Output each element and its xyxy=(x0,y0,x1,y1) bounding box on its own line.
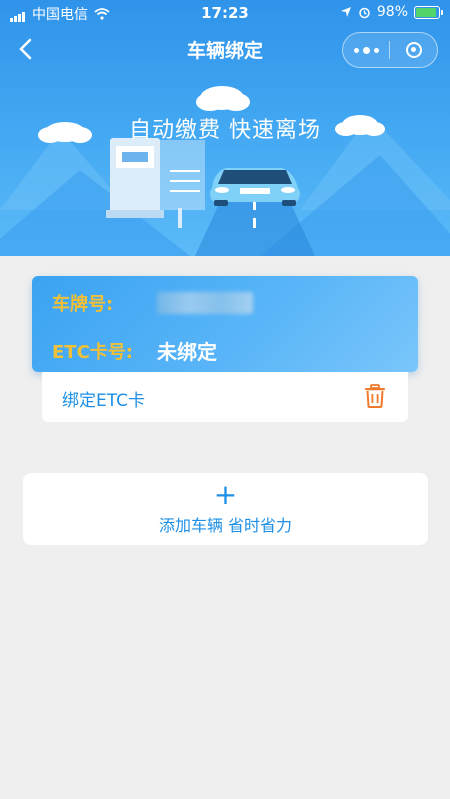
status-bar: 中国电信 17:23 98% xyxy=(0,0,450,26)
more-icon[interactable] xyxy=(343,33,389,67)
plate-number-redacted xyxy=(157,292,254,314)
etc-label: ETC卡号: xyxy=(52,341,133,363)
banner-illustration xyxy=(0,86,450,256)
plus-icon: + xyxy=(213,478,238,511)
trash-icon[interactable] xyxy=(364,384,386,408)
etc-value: 未绑定 xyxy=(156,340,217,364)
bind-etc-button[interactable]: 绑定ETC卡 xyxy=(62,386,145,411)
location-icon xyxy=(340,7,351,17)
add-vehicle-button[interactable]: + 添加车辆 省时省力 xyxy=(23,473,428,545)
add-vehicle-label: 添加车辆 省时省力 xyxy=(158,516,293,535)
etc-row: ETC卡号: 未绑定 xyxy=(52,336,217,365)
plate-label: 车牌号: xyxy=(52,294,114,315)
capsule-divider xyxy=(389,41,390,59)
bind-etc-row: 绑定ETC卡 xyxy=(42,372,408,422)
hero-banner: 中国电信 17:23 98% 车辆绑定 自动缴费 快速离场 xyxy=(0,0,450,256)
status-right: 98% xyxy=(340,4,443,20)
banner-slogan: 自动缴费 快速离场 xyxy=(129,118,321,143)
battery-icon xyxy=(414,5,443,19)
close-icon[interactable] xyxy=(391,33,437,67)
mini-program-capsule xyxy=(342,32,438,68)
vehicle-card: 车牌号: ETC卡号: 未绑定 xyxy=(32,276,418,372)
alarm-icon xyxy=(359,7,370,18)
plate-row: 车牌号: xyxy=(52,290,254,316)
nav-bar: 车辆绑定 xyxy=(0,26,450,72)
battery-percent: 98% xyxy=(376,4,408,20)
